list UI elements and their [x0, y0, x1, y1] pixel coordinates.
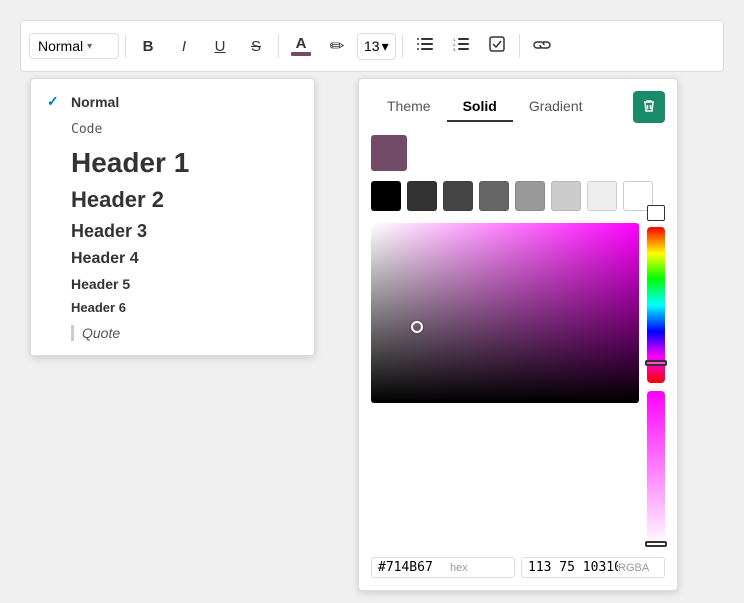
- dropdown-item-h4[interactable]: Header 4: [31, 246, 314, 272]
- format-dropdown[interactable]: Normal ▾: [29, 33, 119, 59]
- selected-color-swatch: [371, 135, 407, 171]
- underline-button[interactable]: U: [204, 30, 236, 62]
- rgba-input[interactable]: [528, 560, 618, 575]
- dropdown-item-quote-label: Quote: [71, 325, 120, 341]
- hue-cursor: [645, 360, 667, 366]
- dropdown-item-h5[interactable]: Header 5: [31, 272, 314, 296]
- brush-icon: ✏: [329, 36, 344, 57]
- font-color-letter: A: [296, 36, 307, 51]
- svg-text:3.: 3.: [453, 47, 456, 51]
- gradient-canvas[interactable]: [371, 223, 639, 403]
- list-ol-button[interactable]: 1. 2. 3.: [445, 30, 477, 62]
- checkbox-icon: [489, 36, 505, 56]
- dropdown-item-code-label: Code: [71, 122, 102, 137]
- format-dropdown-label: Normal: [38, 38, 83, 54]
- dropdown-item-normal-label: Normal: [71, 94, 119, 110]
- preset-colors: [371, 181, 665, 211]
- preset-gray2[interactable]: [515, 181, 545, 211]
- color-tabs: Theme Solid Gradient: [371, 91, 665, 123]
- hue-strip[interactable]: [647, 227, 665, 383]
- italic-button[interactable]: I: [168, 30, 200, 62]
- preset-light1[interactable]: [551, 181, 581, 211]
- separator-4: [519, 34, 520, 58]
- gradient-value: [371, 223, 639, 403]
- opacity-strip[interactable]: [647, 391, 665, 547]
- font-color-button[interactable]: A: [285, 30, 317, 62]
- font-size-arrow: ▾: [382, 38, 389, 55]
- separator-3: [402, 34, 403, 58]
- dropdown-item-h6[interactable]: Header 6: [31, 296, 314, 319]
- hue-strip-container: [647, 223, 665, 547]
- list-ul-icon: [417, 37, 433, 55]
- link-icon: [533, 38, 551, 55]
- format-dropdown-arrow: ▾: [87, 41, 92, 52]
- font-size-value: 13: [364, 38, 380, 54]
- rgba-input-wrap: RGBA: [521, 557, 665, 578]
- color-picker-panel: Theme Solid Gradient: [358, 78, 678, 591]
- dropdown-item-h1[interactable]: Header 1: [31, 143, 314, 183]
- opacity-top-indicator: [647, 205, 665, 221]
- dropdown-item-normal[interactable]: ✓ Normal: [31, 87, 314, 116]
- delete-color-button[interactable]: [633, 91, 665, 123]
- rgba-label: RGBA: [618, 562, 649, 574]
- dropdown-item-h6-label: Header 6: [71, 300, 126, 315]
- list-ul-button[interactable]: [409, 30, 441, 62]
- dropdown-item-h1-label: Header 1: [71, 147, 189, 179]
- dropdown-item-h4-label: Header 4: [71, 250, 139, 268]
- preset-light2[interactable]: [587, 181, 617, 211]
- preset-dark2[interactable]: [443, 181, 473, 211]
- font-color-indicator: [291, 52, 311, 56]
- preset-dark1[interactable]: [407, 181, 437, 211]
- tab-gradient[interactable]: Gradient: [513, 92, 599, 122]
- font-size-button[interactable]: 13 ▾: [357, 33, 396, 60]
- tab-solid[interactable]: Solid: [447, 92, 513, 122]
- color-tab-group: Theme Solid Gradient: [371, 92, 599, 122]
- hex-input[interactable]: [378, 560, 448, 575]
- dropdown-item-h5-label: Header 5: [71, 276, 130, 292]
- dropdown-item-code[interactable]: Code: [31, 116, 314, 143]
- tab-theme[interactable]: Theme: [371, 92, 447, 122]
- link-button[interactable]: [526, 30, 558, 62]
- separator-1: [125, 34, 126, 58]
- format-dropdown-panel: ✓ Normal Code Header 1 Header 2 Header 3…: [30, 78, 315, 356]
- toolbar: Normal ▾ B I U S A ✏ 13 ▾: [20, 20, 724, 72]
- hex-label: hex: [450, 562, 468, 574]
- dropdown-item-h2[interactable]: Header 2: [31, 183, 314, 217]
- opacity-cursor: [645, 541, 667, 547]
- preset-gray1[interactable]: [479, 181, 509, 211]
- dropdown-item-h2-label: Header 2: [71, 187, 164, 213]
- color-gradient-area: [371, 223, 665, 547]
- dropdown-item-quote[interactable]: Quote: [31, 319, 314, 347]
- checkmark-icon: ✓: [47, 93, 63, 110]
- color-inputs: hex RGBA: [371, 557, 665, 578]
- dropdown-item-h3-label: Header 3: [71, 221, 147, 242]
- list-ol-icon: 1. 2. 3.: [453, 37, 469, 55]
- brush-button[interactable]: ✏: [321, 30, 353, 62]
- trash-icon: [642, 99, 656, 116]
- dropdown-item-h3[interactable]: Header 3: [31, 217, 314, 246]
- bold-button[interactable]: B: [132, 30, 164, 62]
- preset-black[interactable]: [371, 181, 401, 211]
- separator-2: [278, 34, 279, 58]
- strikethrough-button[interactable]: S: [240, 30, 272, 62]
- hex-input-wrap: hex: [371, 557, 515, 578]
- checkbox-button[interactable]: [481, 30, 513, 62]
